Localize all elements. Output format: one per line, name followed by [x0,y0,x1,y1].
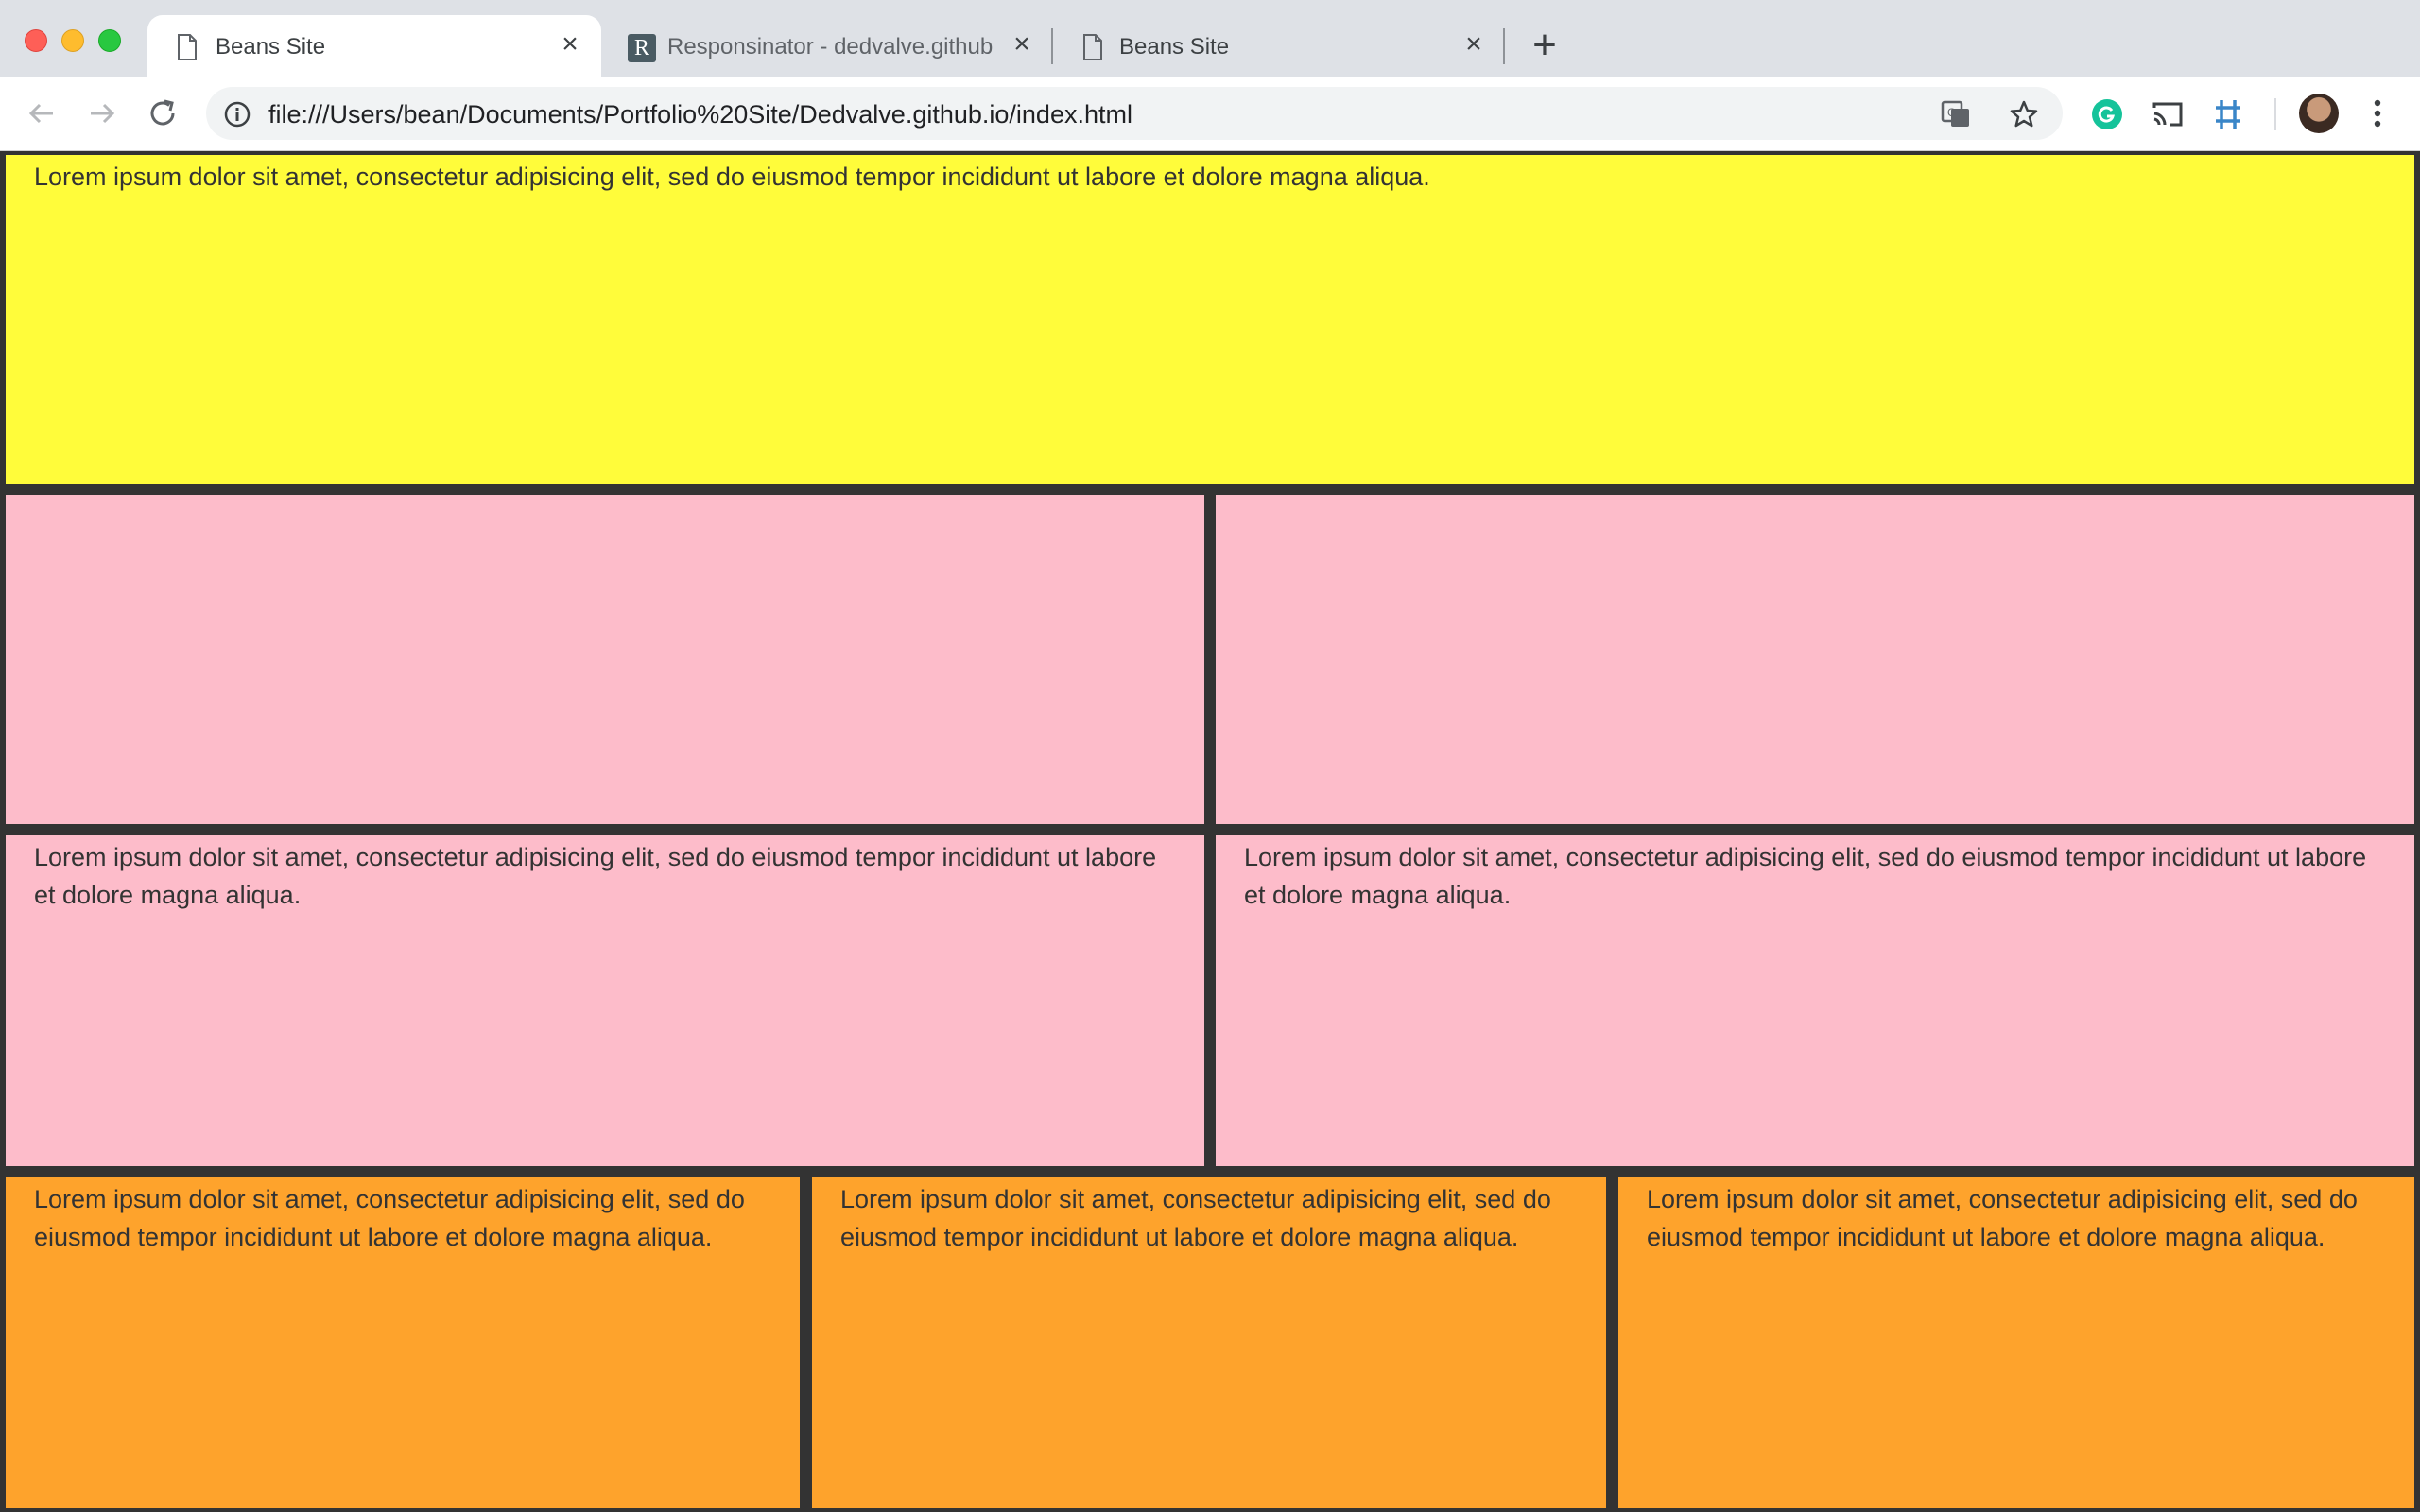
tab-title: Responsinator - dedvalve.github [667,34,994,60]
maximize-window-button[interactable] [98,29,121,52]
new-tab-button[interactable]: + [1526,25,1564,66]
header-box: Lorem ipsum dolor sit amet, consectetur … [6,155,2414,484]
reload-icon[interactable] [144,94,182,132]
row3-right-box: Lorem ipsum dolor sit amet, consectetur … [1216,835,2414,1166]
minimize-window-button[interactable] [61,29,84,52]
header-text: Lorem ipsum dolor sit amet, consectetur … [34,163,1430,191]
row2-right-box [1216,495,2414,824]
bookmark-star-icon[interactable] [2008,98,2040,130]
close-tab-icon[interactable]: × [1460,30,1488,59]
back-arrow-icon[interactable] [23,94,60,132]
page-icon [178,34,197,60]
row4-left-box: Lorem ipsum dolor sit amet, consectetur … [6,1177,800,1508]
page-icon [1083,34,1102,60]
row3-right-text: Lorem ipsum dolor sit amet, consectetur … [1244,843,2367,909]
svg-text:G: G [1947,106,1956,119]
row4-left-text: Lorem ipsum dolor sit amet, consectetur … [34,1185,745,1251]
row4-middle-text: Lorem ipsum dolor sit amet, consectetur … [840,1185,1551,1251]
row4-right-box: Lorem ipsum dolor sit amet, consectetur … [1618,1177,2414,1508]
grammarly-extension-icon[interactable] [2089,96,2125,132]
tab-title: Beans Site [1119,34,1230,60]
close-tab-icon[interactable]: × [556,30,584,59]
info-icon[interactable] [221,98,253,130]
tab-beans-site-active[interactable]: Beans Site × [147,15,601,77]
tab-separator [1503,28,1505,64]
browser-toolbar: file:///Users/bean/Documents/Portfolio%2… [0,77,2420,151]
row3-left-box: Lorem ipsum dolor sit amet, consectetur … [6,835,1204,1166]
tab-responsinator[interactable]: R Responsinator - dedvalve.github × [601,15,1051,77]
url-text[interactable]: file:///Users/bean/Documents/Portfolio%2… [268,100,1132,129]
toolbar-separator [2274,98,2276,130]
profile-avatar[interactable] [2299,94,2339,133]
tab-title: Beans Site [216,34,326,60]
more-menu-icon[interactable] [2363,94,2392,132]
page-viewport: Lorem ipsum dolor sit amet, consectetur … [0,151,2420,1512]
tab-beans-site[interactable]: Beans Site × [1053,15,1501,77]
row4-middle-box: Lorem ipsum dolor sit amet, consectetur … [812,1177,1606,1508]
close-window-button[interactable] [25,29,47,52]
cast-icon[interactable] [2150,96,2186,132]
close-tab-icon[interactable]: × [1008,30,1036,59]
browser-tab-strip: Beans Site × R Responsinator - dedvalve.… [0,0,2420,77]
window-resizer-extension-icon[interactable] [2210,96,2246,132]
row4-right-text: Lorem ipsum dolor sit amet, consectetur … [1647,1185,2358,1251]
row3-left-text: Lorem ipsum dolor sit amet, consectetur … [34,843,1157,909]
translate-icon[interactable]: G [1940,98,1972,130]
responsinator-r-icon: R [628,34,656,62]
row2-left-box [6,495,1204,824]
address-bar[interactable]: file:///Users/bean/Documents/Portfolio%2… [206,87,2063,140]
forward-arrow-icon[interactable] [83,94,121,132]
